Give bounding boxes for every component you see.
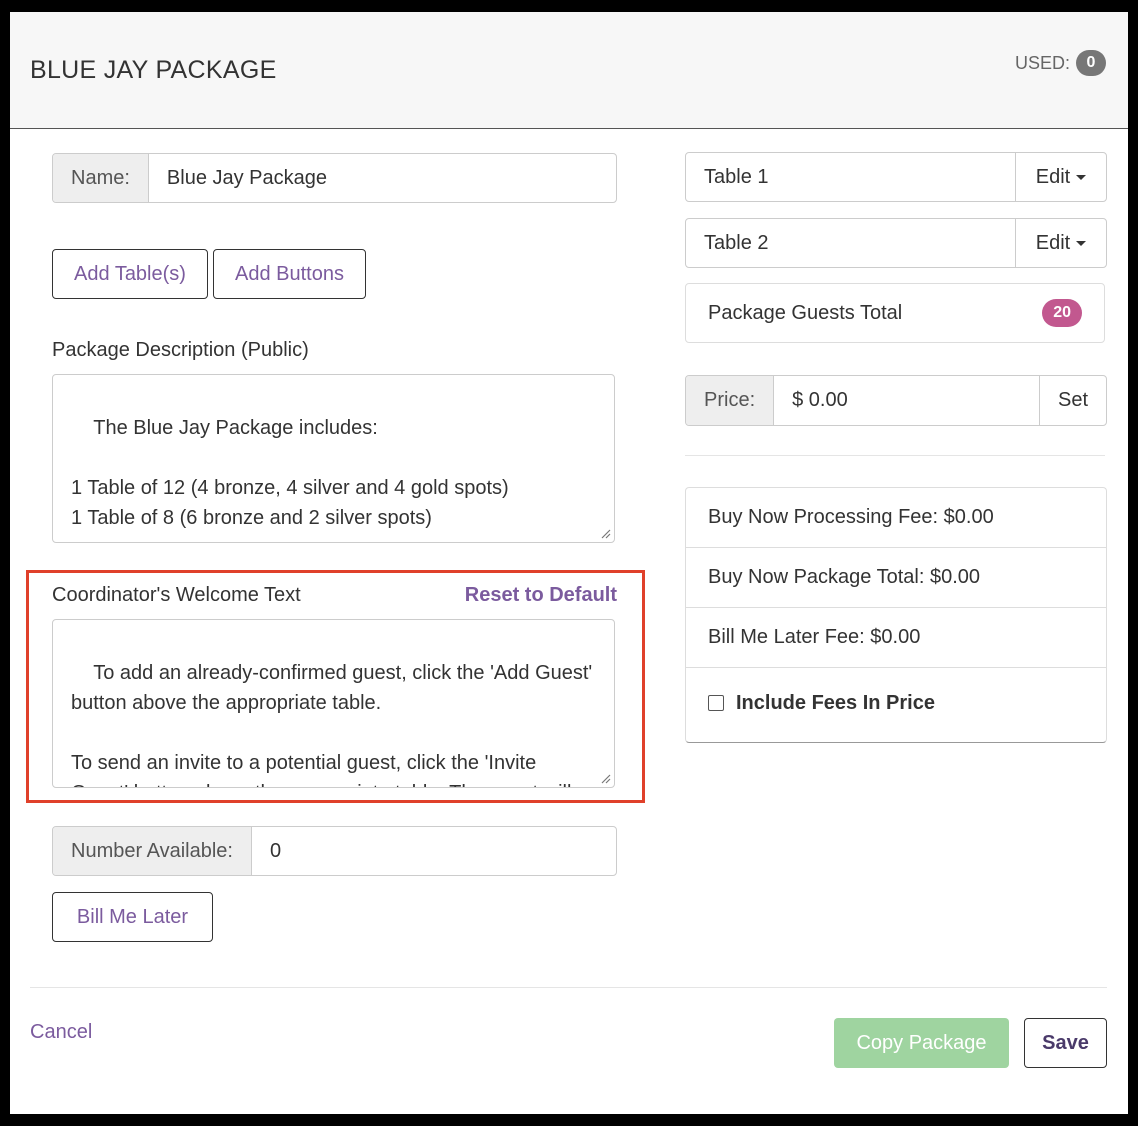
- processing-fee-item: Buy Now Processing Fee: $0.00: [686, 488, 1106, 548]
- table-name-1: Table 1: [704, 165, 769, 188]
- table-edit-dropdown-1[interactable]: Edit: [1015, 153, 1106, 201]
- save-button[interactable]: Save: [1024, 1018, 1107, 1068]
- include-fees-item: Include Fees In Price: [686, 668, 1106, 738]
- price-input[interactable]: $ 0.00: [774, 376, 1039, 425]
- modal-header: BLUE JAY PACKAGE USED: 0: [10, 12, 1128, 129]
- used-count-badge: 0: [1076, 50, 1106, 76]
- include-fees-label[interactable]: Include Fees In Price: [736, 692, 935, 715]
- footer-divider: [30, 987, 1107, 988]
- table-edit-dropdown-2[interactable]: Edit: [1015, 219, 1106, 267]
- package-modal: BLUE JAY PACKAGE USED: 0 Name: Blue Jay …: [10, 12, 1128, 1114]
- table-row-1: Table 1 Edit: [685, 152, 1107, 202]
- used-label: USED:: [1014, 52, 1070, 73]
- description-textarea[interactable]: The Blue Jay Package includes: 1 Table o…: [52, 374, 615, 543]
- copy-package-button[interactable]: Copy Package: [834, 1018, 1009, 1068]
- number-available-label: Number Available:: [53, 827, 252, 875]
- divider: [685, 455, 1105, 456]
- guests-total-badge: 20: [1042, 299, 1082, 327]
- description-label: Package Description (Public): [52, 339, 309, 361]
- edit-label: Edit: [1035, 231, 1071, 254]
- guests-total-label: Package Guests Total: [708, 301, 903, 324]
- price-input-group: Price: $ 0.00 Set: [685, 375, 1107, 426]
- description-text: The Blue Jay Package includes: 1 Table o…: [71, 417, 509, 529]
- bill-me-later-button[interactable]: Bill Me Later: [52, 892, 213, 942]
- add-tables-button[interactable]: Add Table(s): [52, 249, 208, 299]
- highlight-box: [26, 570, 645, 803]
- include-fees-checkbox[interactable]: [708, 695, 724, 711]
- guests-total-panel: Package Guests Total 20: [685, 283, 1105, 343]
- page-title: BLUE JAY PACKAGE: [30, 56, 277, 84]
- number-available-group: Number Available: 0: [52, 826, 617, 876]
- set-price-button[interactable]: Set: [1039, 376, 1106, 425]
- add-buttons-button[interactable]: Add Buttons: [213, 249, 366, 299]
- name-input[interactable]: Blue Jay Package: [149, 154, 616, 202]
- table-name-2: Table 2: [704, 231, 769, 254]
- used-indicator: USED: 0: [1015, 50, 1106, 76]
- price-label: Price:: [686, 376, 775, 425]
- edit-label: Edit: [1035, 165, 1071, 188]
- number-available-input[interactable]: 0: [252, 827, 616, 875]
- package-total-item: Buy Now Package Total: $0.00: [686, 548, 1106, 608]
- name-input-group: Name: Blue Jay Package: [52, 153, 617, 203]
- name-label: Name:: [53, 154, 149, 202]
- fees-panel: Buy Now Processing Fee: $0.00 Buy Now Pa…: [685, 487, 1107, 743]
- cancel-link[interactable]: Cancel: [30, 1021, 92, 1044]
- table-row-2: Table 2 Edit: [685, 218, 1107, 268]
- caret-down-icon: [1076, 240, 1087, 246]
- resize-handle-icon[interactable]: [599, 527, 611, 539]
- bill-later-fee-item: Bill Me Later Fee: $0.00: [686, 608, 1106, 668]
- caret-down-icon: [1076, 174, 1087, 180]
